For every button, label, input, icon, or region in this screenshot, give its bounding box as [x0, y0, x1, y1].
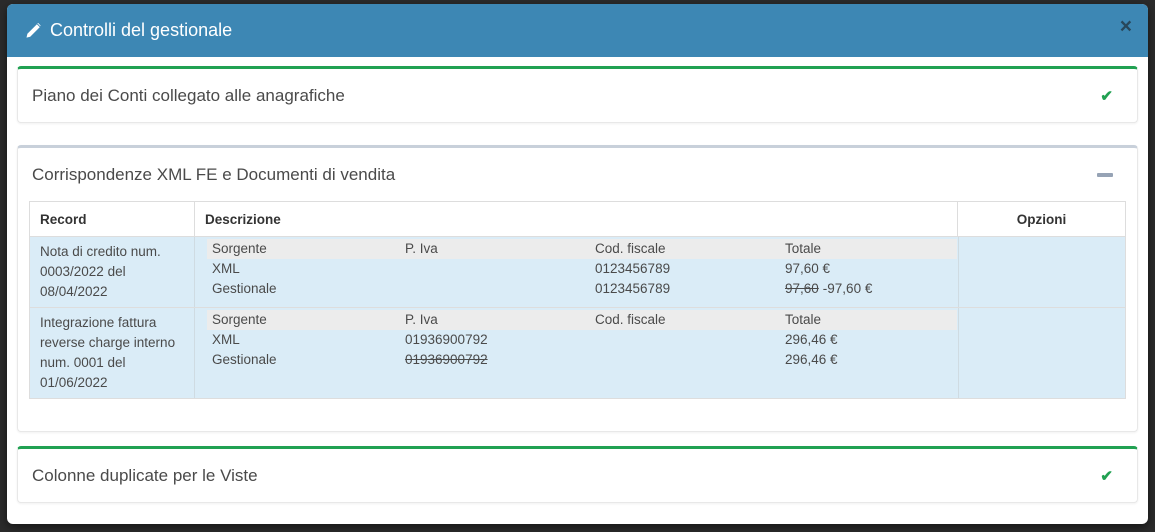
- options-cell: [958, 308, 1125, 398]
- panel-corrispondenze-title: Corrispondenze XML FE e Documenti di ven…: [32, 165, 395, 185]
- panel-corrispondenze: Corrispondenze XML FE e Documenti di ven…: [17, 145, 1138, 432]
- table-row: Nota di credito num. 0003/2022 del 08/04…: [30, 236, 1125, 307]
- controls-modal: Controlli del gestionale × Piano dei Con…: [7, 4, 1148, 524]
- panel-colonne-title: Colonne duplicate per le Viste: [32, 466, 258, 486]
- correspondence-table: Record Descrizione Opzioni Nota di credi…: [29, 201, 1126, 399]
- panel-piano-dei-conti: Piano dei Conti collegato alle anagrafic…: [17, 66, 1138, 123]
- close-icon[interactable]: ×: [1120, 16, 1132, 37]
- minus-icon[interactable]: [1097, 173, 1113, 177]
- panel-corrispondenze-header[interactable]: Corrispondenze XML FE e Documenti di ven…: [18, 148, 1137, 201]
- table-header-row: Record Descrizione Opzioni: [30, 202, 1125, 236]
- options-cell: [958, 237, 1125, 307]
- xml-source-row: XML 01936900792 296,46 €: [207, 330, 957, 350]
- pencil-icon: [25, 23, 41, 39]
- inner-header-row: Sorgente P. Iva Cod. fiscale Totale: [207, 310, 957, 330]
- modal-title: Controlli del gestionale: [25, 20, 232, 41]
- panel-colonne-header[interactable]: Colonne duplicate per le Viste ✔: [18, 449, 1137, 502]
- panel-piano-title: Piano dei Conti collegato alle anagrafic…: [32, 86, 345, 106]
- col-header-record: Record: [30, 202, 195, 236]
- panel-colonne-duplicate: Colonne duplicate per le Viste ✔: [17, 446, 1138, 503]
- modal-header: Controlli del gestionale ×: [7, 4, 1148, 57]
- panel-piano-header[interactable]: Piano dei Conti collegato alle anagrafic…: [18, 69, 1137, 122]
- inner-header-row: Sorgente P. Iva Cod. fiscale Totale: [207, 239, 957, 259]
- check-icon: ✔: [1100, 467, 1113, 485]
- xml-source-row: XML 0123456789 97,60 €: [207, 259, 957, 279]
- description-cell: Sorgente P. Iva Cod. fiscale Totale XML …: [195, 308, 958, 398]
- col-header-opzioni: Opzioni: [958, 202, 1125, 236]
- modal-body: Piano dei Conti collegato alle anagrafic…: [7, 57, 1148, 503]
- gestionale-source-row: Gestionale 0123456789 97,60-97,60 €: [207, 279, 957, 299]
- record-cell: Integrazione fattura reverse charge inte…: [30, 308, 195, 398]
- check-icon: ✔: [1100, 87, 1113, 105]
- record-cell: Nota di credito num. 0003/2022 del 08/04…: [30, 237, 195, 307]
- description-cell: Sorgente P. Iva Cod. fiscale Totale XML …: [195, 237, 958, 307]
- gestionale-source-row: Gestionale 01936900792 296,46 €: [207, 350, 957, 370]
- modal-title-text: Controlli del gestionale: [50, 20, 232, 41]
- col-header-descrizione: Descrizione: [195, 202, 958, 236]
- table-row: Integrazione fattura reverse charge inte…: [30, 307, 1125, 398]
